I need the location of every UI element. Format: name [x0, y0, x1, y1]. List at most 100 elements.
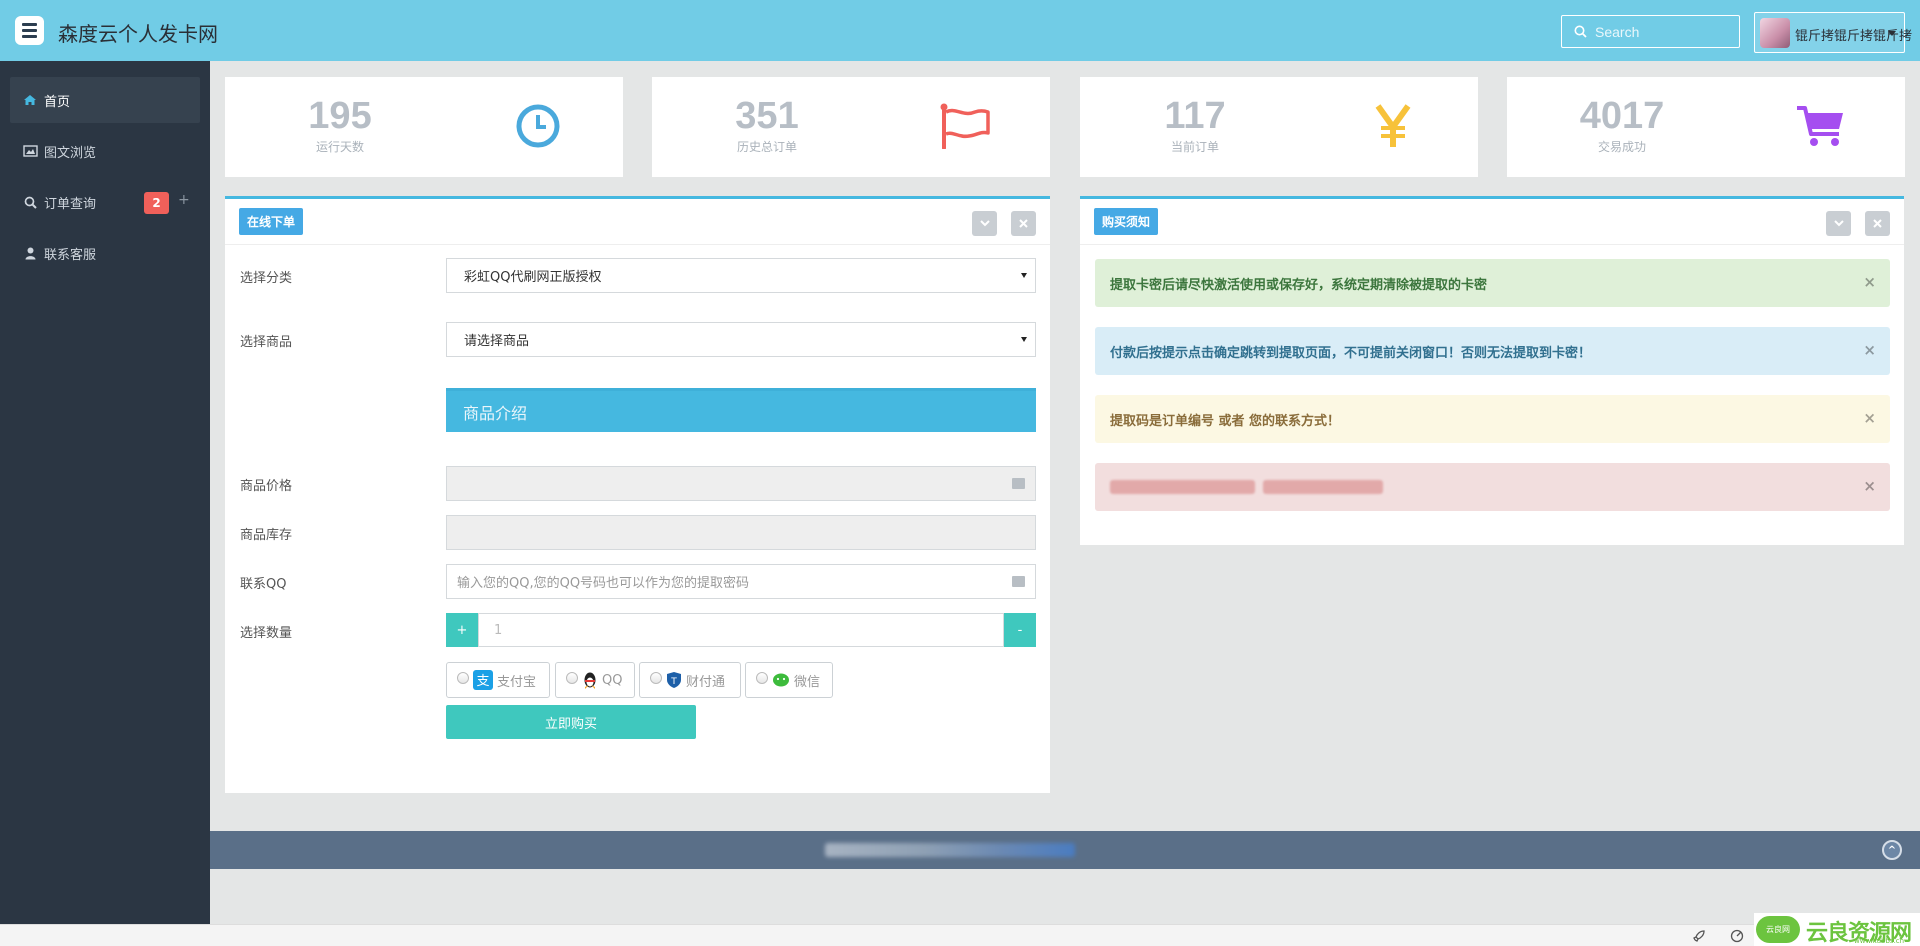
qq-input[interactable]: 输入您的QQ,您的QQ号码也可以作为您的提取密码 — [446, 564, 1036, 599]
blurred-text — [1110, 480, 1255, 494]
close-icon — [1019, 219, 1028, 228]
alipay-icon: 支 — [473, 670, 493, 690]
price-field — [446, 466, 1036, 501]
alert-close-button[interactable]: × — [1863, 409, 1876, 427]
close-button[interactable] — [1865, 211, 1890, 236]
sidebar-item-home[interactable]: 首页 — [10, 77, 200, 123]
svg-text:支: 支 — [476, 674, 489, 689]
cloud-icon: 云良网 — [1756, 916, 1800, 943]
collapse-button[interactable] — [972, 211, 997, 236]
radio-button[interactable] — [650, 672, 662, 684]
site-title[interactable]: 森度云个人发卡网 — [58, 18, 218, 47]
order-panel: 在线下单 选择分类 彩虹QQ代刷网正版授权 选择商品 请选择商品 商品介绍 商品… — [225, 196, 1050, 793]
panel-title: 在线下单 — [239, 208, 304, 235]
payment-label: 财付通 — [686, 674, 726, 690]
product-label: 选择商品 — [240, 335, 293, 350]
shield-icon: T — [667, 672, 681, 688]
user-menu[interactable]: 锟斤拷锟斤拷锟斤拷 — [1754, 12, 1912, 53]
stat-value: 117 — [1164, 95, 1226, 137]
payment-option-tenpay[interactable]: T 财付通 — [639, 662, 741, 698]
alert-info: 付款后按提示点击确定跳转到提取页面，不可提前关闭窗口！否则无法提取到卡密！ × — [1095, 327, 1890, 375]
svg-text:T: T — [670, 677, 677, 687]
search-input[interactable] — [1595, 20, 1733, 44]
sidebar-item-label: 图文浏览 — [44, 145, 97, 161]
stat-card-current-orders: 117 当前订单 — [1080, 77, 1478, 177]
flag-icon — [939, 100, 991, 152]
collapse-button[interactable] — [1826, 211, 1851, 236]
stat-card-running-days: 195 运行天数 — [225, 77, 623, 177]
avatar — [1760, 18, 1790, 48]
price-label: 商品价格 — [240, 479, 293, 494]
watermark-url: www.kubbs.cn — [1854, 937, 1905, 945]
alert-success: 提取卡密后请尽快激活使用或保存好，系统定期清除被提取的卡密 × — [1095, 259, 1890, 307]
hamburger-menu-button[interactable] — [15, 16, 44, 45]
alert-close-button[interactable]: × — [1863, 341, 1876, 359]
payment-option-alipay[interactable]: 支 支付宝 — [446, 662, 550, 698]
scroll-top-button[interactable]: ^ — [1882, 840, 1902, 860]
quantity-increase-button[interactable]: + — [446, 613, 478, 647]
stat-label: 交易成功 — [1597, 140, 1646, 154]
sidebar: 首页 图文浏览 订单查询 2 + 联系客服 — [0, 61, 210, 924]
category-label: 选择分类 — [240, 271, 293, 286]
chevron-down-icon — [1833, 220, 1844, 227]
alert-close-button[interactable]: × — [1863, 477, 1876, 495]
footer: ^ — [210, 831, 1920, 869]
stat-label: 当前订单 — [1170, 140, 1219, 154]
stat-value: 195 — [308, 95, 372, 137]
quantity-decrease-button[interactable]: - — [1004, 613, 1036, 647]
qq-placeholder: 输入您的QQ,您的QQ号码也可以作为您的提取密码 — [457, 576, 750, 591]
user-icon — [16, 247, 44, 260]
clock-icon — [512, 100, 564, 152]
sidebar-item-order-query[interactable]: 订单查询 2 + — [10, 179, 200, 225]
stat-card-successful-trades: 4017 交易成功 — [1507, 77, 1905, 177]
alert-text: 付款后按提示点击确定跳转到提取页面，不可提前关闭窗口！否则无法提取到卡密！ — [1110, 345, 1592, 361]
close-icon — [1873, 219, 1882, 228]
sidebar-item-label: 首页 — [44, 94, 71, 110]
radio-button[interactable] — [566, 672, 578, 684]
rocket-icon[interactable] — [1692, 929, 1706, 943]
cart-icon — [1794, 100, 1846, 152]
alert-text: 提取卡密后请尽快激活使用或保存好，系统定期清除被提取的卡密 — [1110, 277, 1488, 293]
payment-option-qq[interactable]: QQ — [555, 662, 635, 698]
payment-option-wechat[interactable]: 微信 — [745, 662, 833, 698]
stat-value: 351 — [735, 95, 799, 137]
buy-now-button[interactable]: 立即购买 — [446, 705, 696, 739]
radio-button[interactable] — [756, 672, 768, 684]
sidebar-item-support[interactable]: 联系客服 — [10, 230, 200, 276]
yen-icon — [1367, 100, 1419, 152]
order-count-badge: 2 — [144, 192, 169, 214]
stat-label: 运行天数 — [315, 140, 364, 154]
close-button[interactable] — [1011, 211, 1036, 236]
search-icon — [16, 196, 44, 209]
stat-card-total-orders: 351 历史总订单 — [652, 77, 1050, 177]
payment-label: 支付宝 — [497, 674, 537, 690]
product-select[interactable]: 请选择商品 — [446, 322, 1036, 357]
blurred-copyright — [825, 843, 1075, 857]
stock-field — [446, 515, 1036, 550]
speed-icon[interactable] — [1730, 929, 1744, 943]
alert-close-button[interactable]: × — [1863, 273, 1876, 291]
alert-danger: × — [1095, 463, 1890, 511]
home-icon — [16, 94, 44, 106]
sidebar-item-gallery[interactable]: 图文浏览 — [10, 128, 200, 174]
watermark-logo: 云良网 云良资源网 www.kubbs.cn — [1754, 913, 1920, 946]
blurred-text — [1263, 480, 1383, 494]
stat-value: 4017 — [1579, 95, 1665, 137]
notice-panel: 购买须知 提取卡密后请尽快激活使用或保存好，系统定期清除被提取的卡密 × 付款后… — [1080, 196, 1904, 545]
sidebar-item-label: 订单查询 — [44, 196, 97, 212]
quantity-label: 选择数量 — [240, 626, 293, 641]
qq-penguin-icon — [584, 672, 596, 689]
book-icon — [1012, 576, 1025, 587]
radio-button[interactable] — [457, 672, 469, 684]
image-icon — [16, 145, 44, 157]
panel-title: 购买须知 — [1094, 208, 1159, 235]
search-icon — [1574, 25, 1587, 42]
quantity-input[interactable]: 1 — [478, 613, 1004, 647]
search-box[interactable] — [1561, 15, 1740, 48]
top-navbar: 森度云个人发卡网 锟斤拷锟斤拷锟斤拷 — [0, 0, 1920, 61]
category-select[interactable]: 彩虹QQ代刷网正版授权 — [446, 258, 1036, 293]
expand-plus[interactable]: + — [178, 192, 190, 208]
stock-label: 商品库存 — [240, 528, 293, 543]
alert-warning: 提取码是订单编号 或者 您的联系方式！ × — [1095, 395, 1890, 443]
sidebar-item-label: 联系客服 — [44, 247, 97, 263]
